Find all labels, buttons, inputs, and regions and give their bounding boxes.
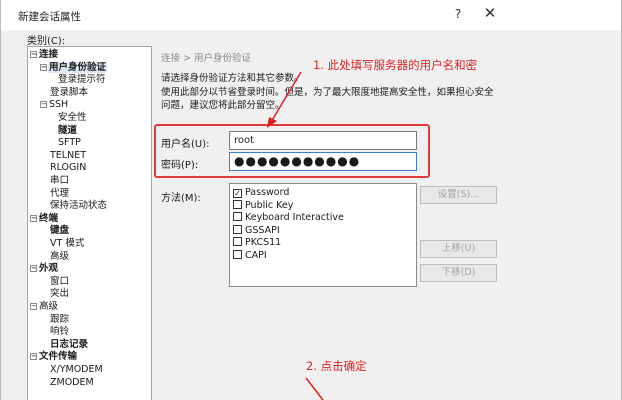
arrow-step2-icon	[305, 377, 324, 400]
arrow-step1-icon	[267, 71, 302, 128]
session-properties-dialog: 新建会话属性 ? ✕ 类别(C): − 连接 − 用户身份验证 登录提示符 登录脚本 − SS…	[0, 0, 622, 400]
annotation-arrows	[267, 71, 324, 400]
